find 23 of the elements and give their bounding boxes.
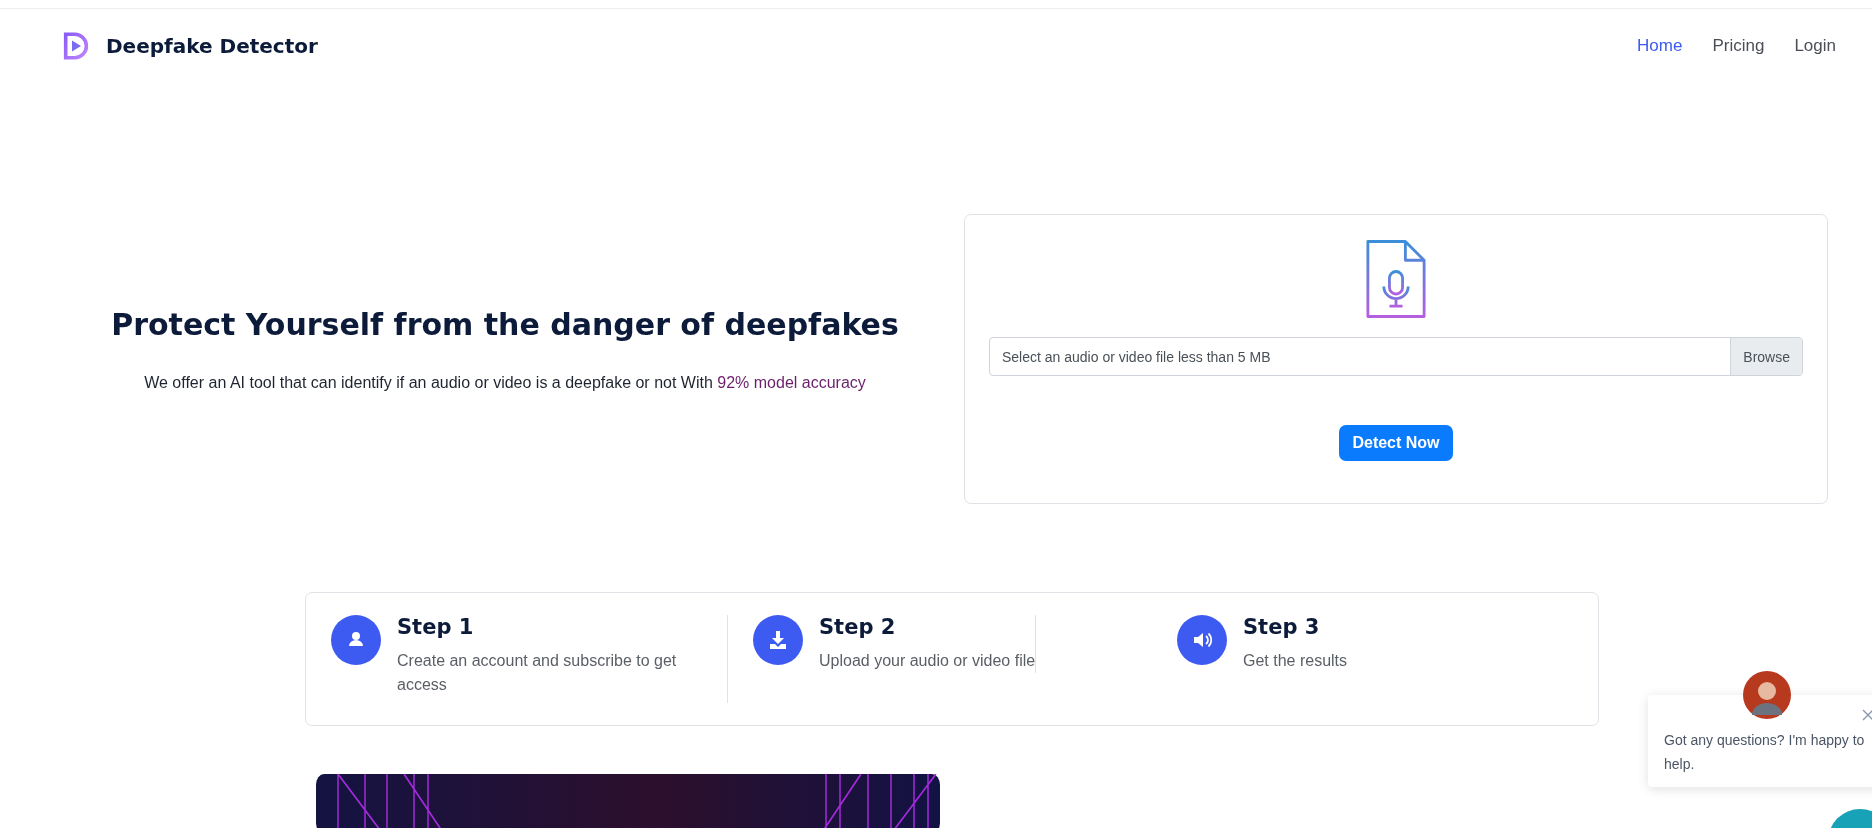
step-icon <box>331 615 381 665</box>
hero-title: Protect Yourself from the danger of deepfakes <box>110 307 900 342</box>
step-description: Create an account and subscribe to get access <box>397 651 678 695</box>
step-title: Step 1 <box>397 615 475 639</box>
nav-link[interactable]: Pricing <box>1712 36 1765 56</box>
detect-now-button[interactable]: Detect Now <box>1339 425 1453 461</box>
step-title: Step 2 <box>819 615 897 639</box>
nav-link[interactable]: Home <box>1637 36 1683 56</box>
step-icon <box>1177 615 1227 665</box>
avatar <box>1743 671 1791 719</box>
step-icon <box>753 615 803 665</box>
browse-button[interactable]: Browse <box>1730 338 1802 375</box>
chat-message: Got any questions? I'm happy to help. <box>1664 731 1866 774</box>
step-description: Upload your audio or video file <box>819 651 1036 671</box>
step-title: Step 3 <box>1243 615 1321 639</box>
audio-file-icon <box>1366 239 1426 319</box>
nav-link[interactable]: Login <box>1794 36 1836 56</box>
logo-icon <box>63 31 90 61</box>
step-description: Get the results <box>1243 651 1348 671</box>
hero-subtitle: We offer an AI tool that can identify if an audio or video is a deepfake or not With 92% model accuracy <box>143 374 867 392</box>
close-icon[interactable] <box>1862 709 1872 721</box>
brand-name[interactable]: Deepfake Detector <box>106 34 318 58</box>
file-input-field[interactable]: Select an audio or video file less than 5 MB Browse <box>989 337 1803 376</box>
